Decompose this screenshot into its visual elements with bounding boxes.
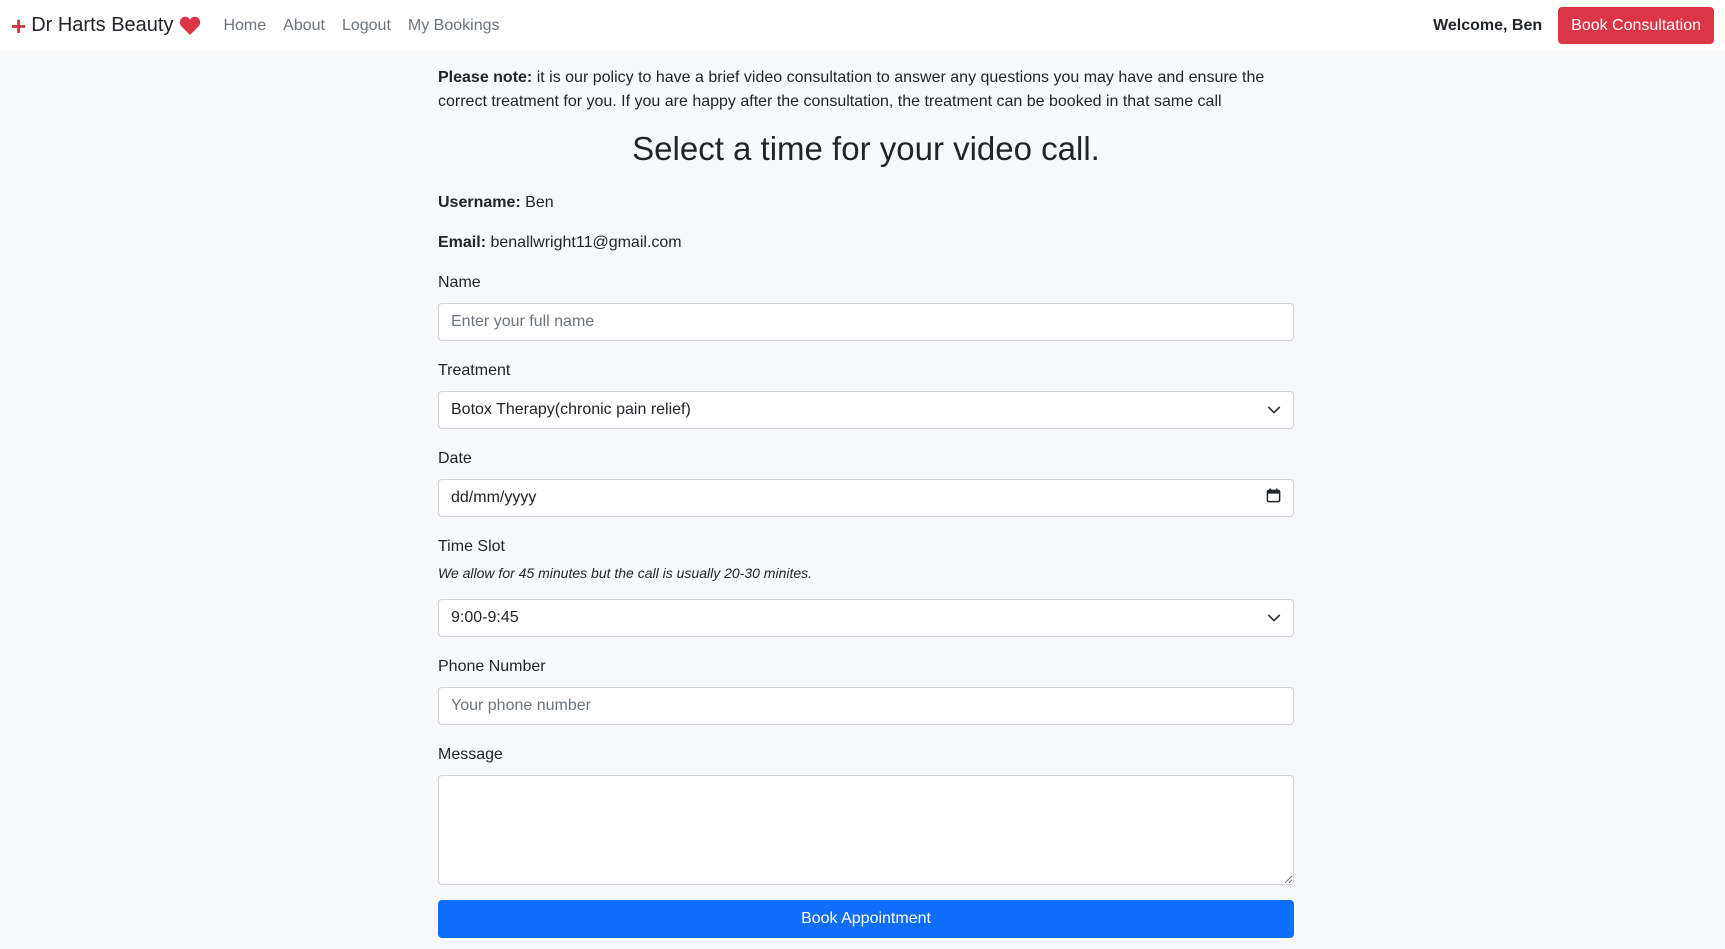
book-consultation-button[interactable]: Book Consultation: [1558, 7, 1714, 44]
nav-link-home[interactable]: Home: [223, 17, 266, 35]
message-label: Message: [438, 746, 503, 763]
booking-container: Please note: it is our policy to have a …: [438, 51, 1294, 938]
heart-icon: [179, 16, 201, 35]
timeslot-hint: We allow for 45 minutes but the call is …: [438, 565, 813, 581]
name-label: Name: [438, 274, 481, 291]
timeslot-selected-value: 9:00-9:45: [451, 609, 519, 626]
brand[interactable]: + Dr Harts Beauty: [11, 13, 201, 39]
email-value: benallwright11@gmail.com: [490, 234, 682, 251]
timeslot-label: Time Slot: [438, 538, 505, 555]
policy-note-label: Please note:: [438, 69, 533, 86]
name-input[interactable]: [438, 303, 1294, 341]
treatment-label: Treatment: [438, 362, 511, 379]
navbar: + Dr Harts Beauty Home About Logout My B…: [0, 0, 1725, 51]
email-label: Email:: [438, 234, 487, 251]
plus-icon: +: [11, 10, 27, 41]
timeslot-select[interactable]: 9:00-9:45: [438, 599, 1294, 637]
policy-note-text: it is our policy to have a brief video c…: [438, 69, 1265, 110]
nav-links: Home About Logout My Bookings: [223, 17, 516, 35]
treatment-select[interactable]: Botox Therapy(chronic pain relief): [438, 391, 1294, 429]
email-info: Email: benallwright11@gmail.com: [438, 233, 1294, 253]
username-label: Username:: [438, 194, 521, 211]
nav-link-about[interactable]: About: [283, 17, 325, 35]
policy-note: Please note: it is our policy to have a …: [438, 66, 1294, 114]
nav-link-logout[interactable]: Logout: [342, 17, 391, 35]
book-appointment-button[interactable]: Book Appointment: [438, 900, 1294, 938]
username-value: Ben: [525, 194, 554, 211]
welcome-text: Welcome, Ben: [1433, 16, 1543, 34]
message-textarea[interactable]: [438, 775, 1294, 885]
message-group: Message: [438, 745, 1294, 885]
phone-group: Phone Number: [438, 657, 1294, 725]
date-label: Date: [438, 450, 472, 467]
chevron-down-icon: [1267, 403, 1281, 417]
treatment-group: Treatment Botox Therapy(chronic pain rel…: [438, 361, 1294, 429]
nav-link-my-bookings[interactable]: My Bookings: [408, 17, 500, 35]
treatment-selected-value: Botox Therapy(chronic pain relief): [451, 401, 691, 418]
username-info: Username: Ben: [438, 193, 1294, 213]
date-input[interactable]: dd/mm/yyyy: [438, 479, 1294, 517]
phone-input[interactable]: [438, 687, 1294, 725]
name-group: Name: [438, 273, 1294, 341]
page-title: Select a time for your video call.: [632, 130, 1100, 167]
nav-right: Welcome, Ben Book Consultation: [1433, 7, 1714, 44]
phone-label: Phone Number: [438, 658, 546, 675]
timeslot-group: Time Slot We allow for 45 minutes but th…: [438, 537, 1294, 637]
date-placeholder: dd/mm/yyyy: [451, 489, 537, 506]
calendar-icon[interactable]: [1266, 488, 1281, 508]
brand-name: Dr Harts Beauty: [31, 14, 174, 36]
chevron-down-icon: [1267, 611, 1281, 625]
date-group: Date dd/mm/yyyy: [438, 449, 1294, 517]
